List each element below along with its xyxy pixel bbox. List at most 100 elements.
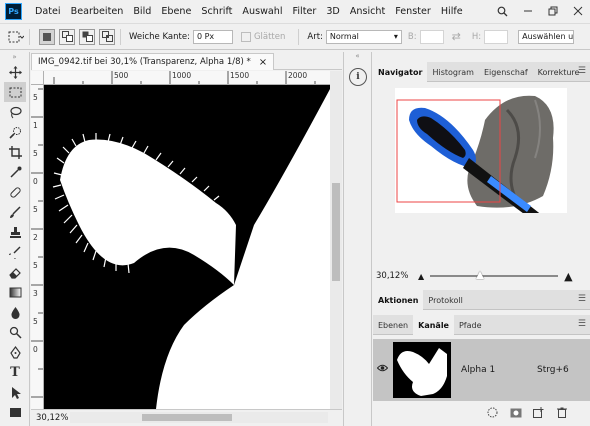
delete-icon[interactable] xyxy=(550,407,573,418)
tab-actions[interactable]: Aktionen xyxy=(373,290,424,310)
chevron-down-icon: ▾ xyxy=(393,32,398,41)
ruler-label: 0 xyxy=(33,177,38,186)
menu-3d[interactable]: 3D xyxy=(321,6,345,17)
zoom-level[interactable]: 30,12% xyxy=(36,413,68,423)
zoom-out-icon[interactable]: ▲ xyxy=(418,272,424,281)
pen-icon[interactable] xyxy=(4,342,26,362)
tab-histogram[interactable]: Histogram xyxy=(427,62,479,82)
brush-icon[interactable] xyxy=(4,202,26,222)
swap-icon[interactable]: ⇄ xyxy=(452,30,461,43)
move-icon[interactable] xyxy=(4,62,26,82)
save-selection-icon[interactable] xyxy=(504,407,527,418)
intersect-selection-button[interactable] xyxy=(99,28,115,45)
healing-icon[interactable] xyxy=(4,182,26,202)
navigator-zoom-slider[interactable] xyxy=(430,271,559,280)
select-and-mask-button[interactable]: Auswählen und xyxy=(518,29,575,44)
menu-filter[interactable]: Filter xyxy=(288,6,322,17)
channel-shortcut: Strg+6 xyxy=(537,365,569,375)
new-selection-button[interactable] xyxy=(39,28,55,45)
subtract-selection-button[interactable] xyxy=(79,28,95,45)
tab-history[interactable]: Protokoll xyxy=(423,290,467,310)
navigator-zoom-row: 30,12% ▲ ▲ xyxy=(373,266,590,286)
ruler-horizontal[interactable]: 500 1000 1500 2000 xyxy=(44,71,330,85)
crop-icon[interactable] xyxy=(4,142,26,162)
menu-datei[interactable]: Datei xyxy=(30,6,66,17)
tool-preset-picker[interactable] xyxy=(8,29,24,45)
height-input[interactable] xyxy=(484,29,509,44)
menu-ansicht[interactable]: Ansicht xyxy=(345,6,390,17)
style-select[interactable]: Normal ▾ xyxy=(325,29,402,44)
navigator-thumbnail xyxy=(395,88,567,213)
feather-label: Weiche Kante: xyxy=(129,31,190,42)
ruler-label: 5 xyxy=(33,205,38,214)
antialias-checkbox[interactable] xyxy=(240,31,251,42)
tab-paths[interactable]: Pfade xyxy=(454,315,487,335)
path-select-icon[interactable] xyxy=(4,382,26,402)
zoom-in-icon[interactable]: ▲ xyxy=(564,270,572,283)
search-icon[interactable] xyxy=(490,0,515,22)
close-tab-icon[interactable]: × xyxy=(259,57,267,68)
channel-panel-footer xyxy=(481,407,573,418)
channel-thumbnail xyxy=(393,342,451,398)
channel-row-alpha[interactable]: Alpha 1 Strg+6 xyxy=(373,339,590,401)
menu-bearbeiten[interactable]: Bearbeiten xyxy=(66,6,129,17)
channel-name: Alpha 1 xyxy=(461,365,496,375)
dock-grip[interactable]: « xyxy=(344,52,371,61)
panel-menu-icon[interactable]: ☰ xyxy=(578,294,586,304)
actions-tab-bar: Aktionen Protokoll ☰ xyxy=(373,290,590,310)
toolbar-grip[interactable]: » xyxy=(0,52,29,62)
vertical-scrollbar[interactable] xyxy=(330,71,342,409)
document-tab[interactable]: IMG_0942.tif bei 30,1% (Transparenz, Alp… xyxy=(31,53,275,70)
panel-menu-icon[interactable]: ☰ xyxy=(578,319,586,329)
menu-bild[interactable]: Bild xyxy=(128,6,156,17)
ruler-label: 0 xyxy=(33,345,38,354)
tab-layers[interactable]: Ebenen xyxy=(373,315,413,335)
load-selection-icon[interactable] xyxy=(481,407,504,418)
navigator-zoom-input[interactable]: 30,12% xyxy=(376,271,414,281)
visibility-eye-icon[interactable] xyxy=(376,364,389,375)
dodge-icon[interactable] xyxy=(4,322,26,342)
menu-schrift[interactable]: Schrift xyxy=(196,6,237,17)
horizontal-scroll-thumb[interactable] xyxy=(142,414,232,421)
photoshop-logo: Ps xyxy=(5,3,22,20)
gradient-icon[interactable] xyxy=(4,282,26,302)
marquee-icon[interactable] xyxy=(4,82,26,102)
panel-menu-icon[interactable]: ☰ xyxy=(578,66,586,76)
right-panels: Navigator Histogram Eigenschaf Korrektur… xyxy=(373,52,590,426)
stamp-icon[interactable] xyxy=(4,222,26,242)
tab-properties[interactable]: Eigenschaf xyxy=(479,62,533,82)
ruler-label: 5 xyxy=(33,93,38,102)
blur-icon[interactable] xyxy=(4,302,26,322)
zoom-slider-thumb[interactable] xyxy=(476,271,485,279)
navigator-preview[interactable] xyxy=(395,88,567,213)
ruler-origin[interactable] xyxy=(31,71,44,85)
menu-hilfe[interactable]: Hilfe xyxy=(436,6,468,17)
lasso-icon[interactable] xyxy=(4,102,26,122)
close-icon[interactable] xyxy=(565,0,590,22)
tab-navigator[interactable]: Navigator xyxy=(373,62,428,82)
document-canvas[interactable] xyxy=(44,85,330,409)
vertical-scroll-thumb[interactable] xyxy=(332,183,340,281)
menu-fenster[interactable]: Fenster xyxy=(390,6,436,17)
window-controls xyxy=(490,0,590,22)
history-brush-icon[interactable] xyxy=(4,242,26,262)
info-icon[interactable]: i xyxy=(349,68,367,86)
quick-select-icon[interactable] xyxy=(4,122,26,142)
menu-ebene[interactable]: Ebene xyxy=(156,6,196,17)
menu-auswahl[interactable]: Auswahl xyxy=(237,6,287,17)
horizontal-scrollbar[interactable] xyxy=(70,412,328,423)
type-icon[interactable]: T xyxy=(4,362,26,382)
new-channel-icon[interactable] xyxy=(527,407,550,418)
ruler-vertical[interactable]: 5 1 5 0 5 2 5 3 5 0 xyxy=(31,85,44,409)
eyedropper-icon[interactable] xyxy=(4,162,26,182)
minimize-icon[interactable] xyxy=(515,0,540,22)
feather-input[interactable]: 0 Px xyxy=(192,29,233,44)
shape-icon[interactable] xyxy=(4,402,26,422)
tab-channels[interactable]: Kanäle xyxy=(413,315,454,335)
eraser-icon[interactable] xyxy=(4,262,26,282)
tab-adjustments[interactable]: Korrekture xyxy=(533,62,585,82)
restore-icon[interactable] xyxy=(540,0,565,22)
width-input[interactable] xyxy=(419,29,444,44)
add-selection-button[interactable] xyxy=(59,28,75,45)
menu-bar: Ps Datei Bearbeiten Bild Ebene Schrift A… xyxy=(0,0,590,24)
